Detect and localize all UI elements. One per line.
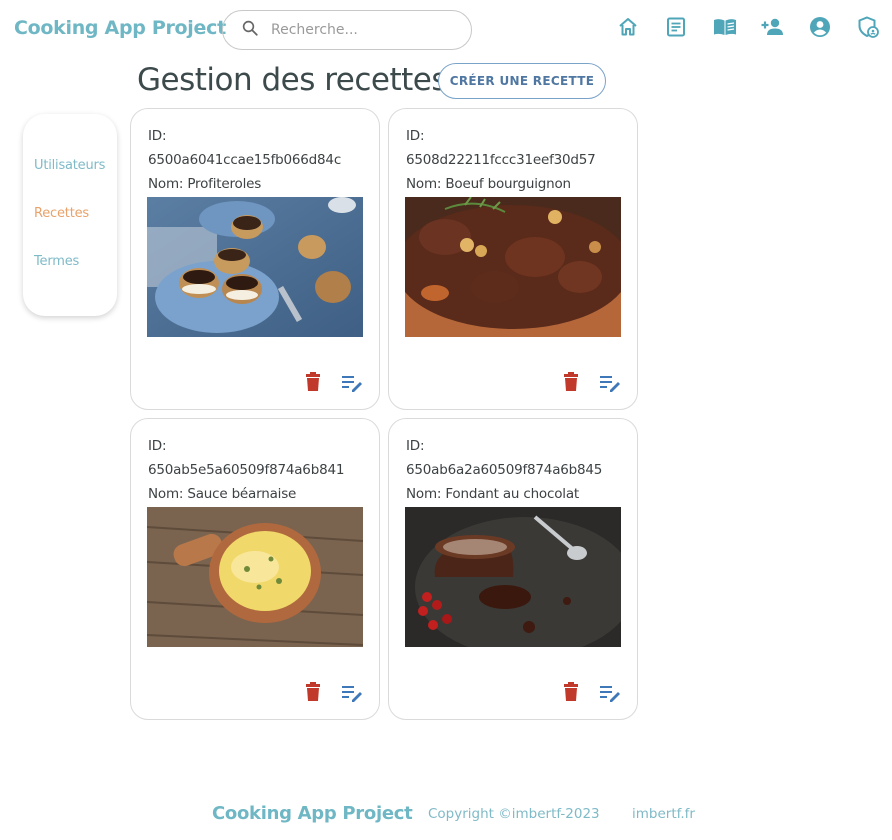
recipe-name: Nom: Sauce béarnaise <box>148 486 297 502</box>
sidebar-item-users[interactable]: Utilisateurs <box>34 158 105 173</box>
recipe-id-label: ID: <box>406 128 425 144</box>
recipe-id: 650ab5e5a60509f874a6b841 <box>148 462 345 478</box>
article-icon[interactable] <box>664 15 688 39</box>
delete-icon[interactable] <box>303 371 323 393</box>
app-brand[interactable]: Cooking App Project <box>14 17 226 39</box>
edit-icon[interactable] <box>341 683 363 703</box>
recipe-id-label: ID: <box>406 438 425 454</box>
recipe-image <box>405 507 621 647</box>
recipe-name: Nom: Profiteroles <box>148 176 262 192</box>
delete-icon[interactable] <box>561 371 581 393</box>
recipe-card: ID: 6508d22211fccc31eef30d57 Nom: Boeuf … <box>388 108 638 410</box>
recipe-id-label: ID: <box>148 438 167 454</box>
create-recipe-button[interactable]: CRÉER UNE RECETTE <box>438 63 606 99</box>
recipe-id: 6508d22211fccc31eef30d57 <box>406 152 596 168</box>
footer-website-link[interactable]: imbertf.fr <box>632 806 695 822</box>
recipe-card: ID: 650ab5e5a60509f874a6b841 Nom: Sauce … <box>130 418 380 720</box>
recipe-id: 650ab6a2a60509f874a6b845 <box>406 462 603 478</box>
search-icon <box>241 19 259 41</box>
recipe-card: ID: 6500a6041ccae15fb066d84c Nom: Profit… <box>130 108 380 410</box>
edit-icon[interactable] <box>599 683 621 703</box>
admin-sidebar: Utilisateurs Recettes Termes <box>23 114 117 316</box>
account-icon[interactable] <box>808 15 832 39</box>
recipe-name: Nom: Boeuf bourguignon <box>406 176 571 192</box>
home-icon[interactable] <box>616 15 640 39</box>
edit-icon[interactable] <box>599 373 621 393</box>
search-input[interactable] <box>271 22 451 38</box>
recipe-image <box>147 507 363 647</box>
sidebar-item-recipes[interactable]: Recettes <box>34 206 89 221</box>
recipe-card: ID: 650ab6a2a60509f874a6b845 Nom: Fondan… <box>388 418 638 720</box>
search-bar[interactable] <box>222 10 472 50</box>
footer-brand: Cooking App Project <box>212 803 413 824</box>
page-title: Gestion des recettes <box>137 62 448 98</box>
admin-shield-icon[interactable] <box>856 15 880 39</box>
delete-icon[interactable] <box>303 681 323 703</box>
recipe-name: Nom: Fondant au chocolat <box>406 486 579 502</box>
recipe-image <box>405 197 621 337</box>
recipe-image <box>147 197 363 337</box>
delete-icon[interactable] <box>561 681 581 703</box>
edit-icon[interactable] <box>341 373 363 393</box>
recipe-id: 6500a6041ccae15fb066d84c <box>148 152 342 168</box>
add-user-icon[interactable] <box>760 15 784 39</box>
recipe-id-label: ID: <box>148 128 167 144</box>
footer-copyright: Copyright ©imbertf-2023 <box>428 806 600 822</box>
recipe-book-icon[interactable] <box>712 15 736 39</box>
sidebar-item-terms[interactable]: Termes <box>34 254 79 269</box>
